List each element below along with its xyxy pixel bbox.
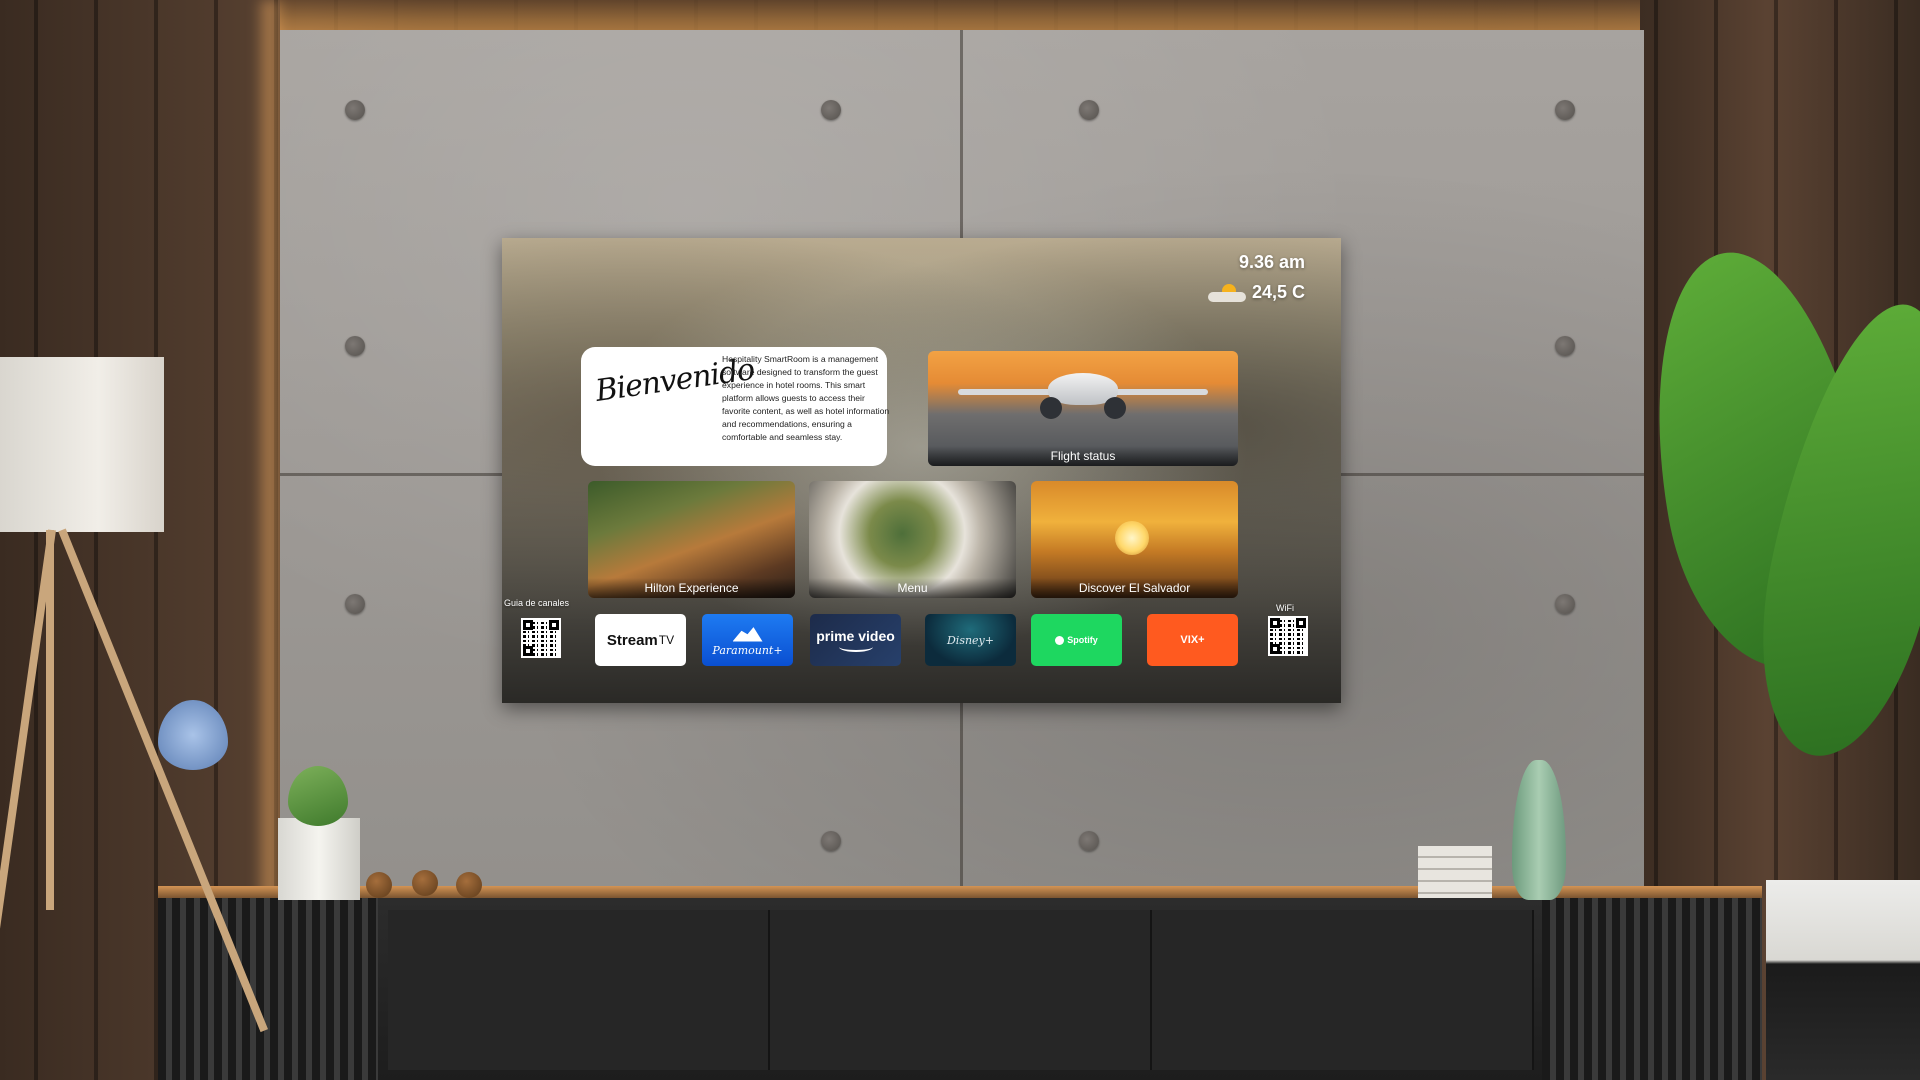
sunset-image	[1115, 521, 1149, 555]
ceiling-light-strip	[280, 0, 1640, 34]
paramount-plus-app[interactable]: Paramount+	[702, 614, 793, 666]
flight-status-tile[interactable]: Flight status	[928, 351, 1238, 466]
qr-finder	[1270, 644, 1280, 654]
wall-bolt	[345, 336, 365, 356]
wall-bolt	[821, 831, 841, 851]
qr-finder	[549, 620, 559, 630]
qr-finder	[523, 620, 533, 630]
floor-lamp-leg	[46, 530, 54, 910]
channel-guide-label: Guia de canales	[504, 598, 570, 608]
cabinet-slats	[158, 898, 378, 1080]
wall-bolt	[821, 100, 841, 120]
wall-bolt	[1555, 594, 1575, 614]
disney-plus-app[interactable]: Disney+	[925, 614, 1016, 666]
plant-pot-large	[1766, 880, 1920, 1080]
stacked-books	[1418, 846, 1492, 898]
discover-el-salvador-tile[interactable]: Discover El Salvador	[1031, 481, 1238, 598]
welcome-card: Bienvenido Hospitality SmartRoom is a ma…	[581, 347, 890, 466]
hilton-experience-tile[interactable]: Hilton Experience	[588, 481, 795, 598]
qr-finder	[523, 646, 533, 656]
cabinet-door	[388, 910, 770, 1070]
acorn-decoration	[456, 872, 482, 898]
cabinet-door	[770, 910, 1152, 1070]
cabinet-door	[1152, 910, 1534, 1070]
tv-cabinet	[158, 898, 1762, 1080]
acorn-decoration	[412, 870, 438, 896]
menu-label: Menu	[809, 578, 1016, 598]
partly-sunny-icon	[1207, 283, 1246, 302]
wall-bolt	[1079, 831, 1099, 851]
acorn-decoration	[366, 872, 392, 898]
wall-bolt	[345, 594, 365, 614]
hilton-experience-label: Hilton Experience	[588, 578, 795, 598]
plant-pot	[278, 818, 360, 900]
tv-screen: 9.36 am 24,5 C Bienvenido Hospitality Sm…	[502, 238, 1341, 703]
wall-bolt	[1079, 100, 1099, 120]
menu-tile[interactable]: Menu	[809, 481, 1016, 598]
airplane-engine	[1040, 397, 1062, 419]
streamtv-app[interactable]: Stream TV	[595, 614, 686, 666]
wifi-label: WiFi	[1276, 603, 1294, 613]
paramount-plus-logo: Paramount+	[712, 643, 783, 657]
weather-widget: 24,5 C	[1207, 282, 1305, 303]
clock: 9.36 am	[1238, 252, 1305, 272]
spotify-icon	[1055, 635, 1065, 645]
prime-video-app[interactable]: prime video	[810, 614, 901, 666]
vix-plus-logo: VIX+	[1180, 634, 1205, 646]
paramount-mountain-icon	[732, 627, 763, 642]
vix-plus-app[interactable]: VIX+	[1147, 614, 1238, 666]
streamtv-logo-suffix: TV	[658, 633, 675, 647]
wall-bolt	[1555, 336, 1575, 356]
flight-status-label: Flight status	[928, 446, 1238, 466]
qr-finder	[1270, 618, 1280, 628]
wifi-qr-code[interactable]	[1268, 616, 1308, 656]
spotify-logo: Spotify	[1067, 635, 1098, 645]
floor-lamp-shade	[0, 357, 164, 532]
welcome-description: Hospitality SmartRoom is a management so…	[722, 354, 890, 442]
cabinet-slats	[1542, 898, 1762, 1080]
qr-finder	[1296, 618, 1306, 628]
temperature: 24,5 C	[1251, 282, 1305, 302]
amazon-smile-icon	[838, 642, 873, 652]
airplane-engine	[1104, 397, 1126, 419]
wall-bolt	[1555, 100, 1575, 120]
disney-plus-logo: Disney+	[946, 633, 994, 647]
channel-guide-qr-code[interactable]	[521, 618, 561, 658]
spotify-app[interactable]: Spotify	[1031, 614, 1122, 666]
wall-bolt	[345, 100, 365, 120]
streamtv-logo: Stream	[606, 631, 658, 649]
discover-el-salvador-label: Discover El Salvador	[1031, 578, 1238, 598]
